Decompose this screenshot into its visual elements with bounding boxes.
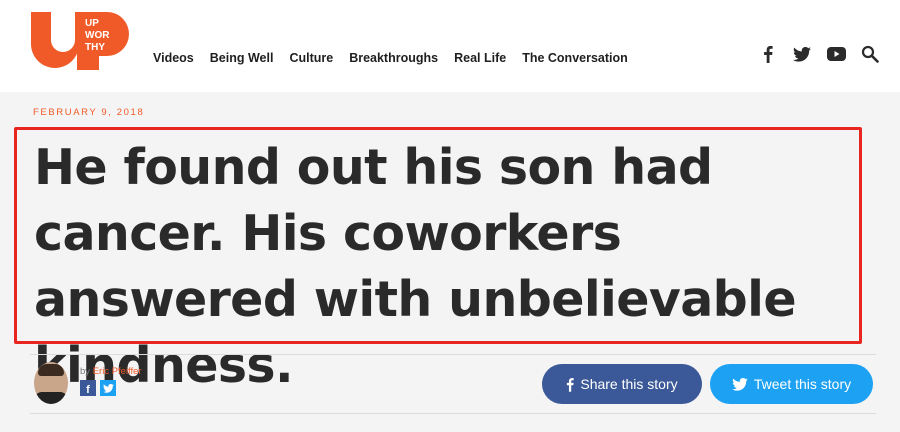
author-name-link[interactable]: Eric Pfeiffer: [93, 366, 142, 377]
author-meta: by Eric Pfeiffer f: [80, 362, 142, 396]
header-social: [758, 44, 880, 64]
divider: [30, 413, 876, 414]
nav-videos[interactable]: Videos: [153, 51, 194, 65]
article-header: FEBRUARY 9, 2018 He found out his son ha…: [0, 92, 900, 432]
nav-real-life[interactable]: Real Life: [454, 51, 506, 65]
nav-breakthroughs[interactable]: Breakthroughs: [349, 51, 438, 65]
youtube-icon[interactable]: [826, 44, 846, 64]
article-headline: He found out his son had cancer. His cow…: [34, 139, 797, 394]
share-facebook-label: Share this story: [580, 376, 678, 392]
twitter-icon[interactable]: [792, 44, 812, 64]
logo-text-thy: THY: [85, 42, 105, 53]
facebook-icon: [567, 377, 575, 392]
logo-text-wor: WOR: [85, 30, 110, 41]
headline-highlight-box: He found out his son had cancer. His cow…: [14, 127, 862, 394]
nav-culture[interactable]: Culture: [289, 51, 333, 65]
author-twitter-icon[interactable]: [100, 380, 116, 396]
twitter-icon: [732, 377, 748, 391]
upworthy-logo[interactable]: UP WOR THY: [31, 10, 131, 72]
main-nav: Videos Being Well Culture Breakthroughs …: [153, 51, 644, 65]
author-facebook-icon[interactable]: f: [80, 380, 96, 396]
byline-prefix: by: [80, 366, 91, 377]
search-icon[interactable]: [860, 44, 880, 64]
share-facebook-button[interactable]: Share this story: [542, 364, 702, 404]
divider: [30, 354, 876, 355]
author-avatar[interactable]: [34, 362, 68, 404]
nav-the-conversation[interactable]: The Conversation: [522, 51, 628, 65]
article-date: FEBRUARY 9, 2018: [33, 107, 145, 118]
byline: by Eric Pfeiffer: [80, 366, 142, 377]
author-social: f: [80, 380, 142, 396]
facebook-icon[interactable]: [758, 44, 778, 64]
logo-text-up: UP: [85, 18, 99, 29]
site-header: UP WOR THY Videos Being Well Culture Bre…: [0, 0, 900, 92]
tweet-label: Tweet this story: [753, 376, 852, 392]
nav-being-well[interactable]: Being Well: [210, 51, 274, 65]
tweet-button[interactable]: Tweet this story: [710, 364, 873, 404]
author-block: by Eric Pfeiffer f: [34, 362, 142, 404]
